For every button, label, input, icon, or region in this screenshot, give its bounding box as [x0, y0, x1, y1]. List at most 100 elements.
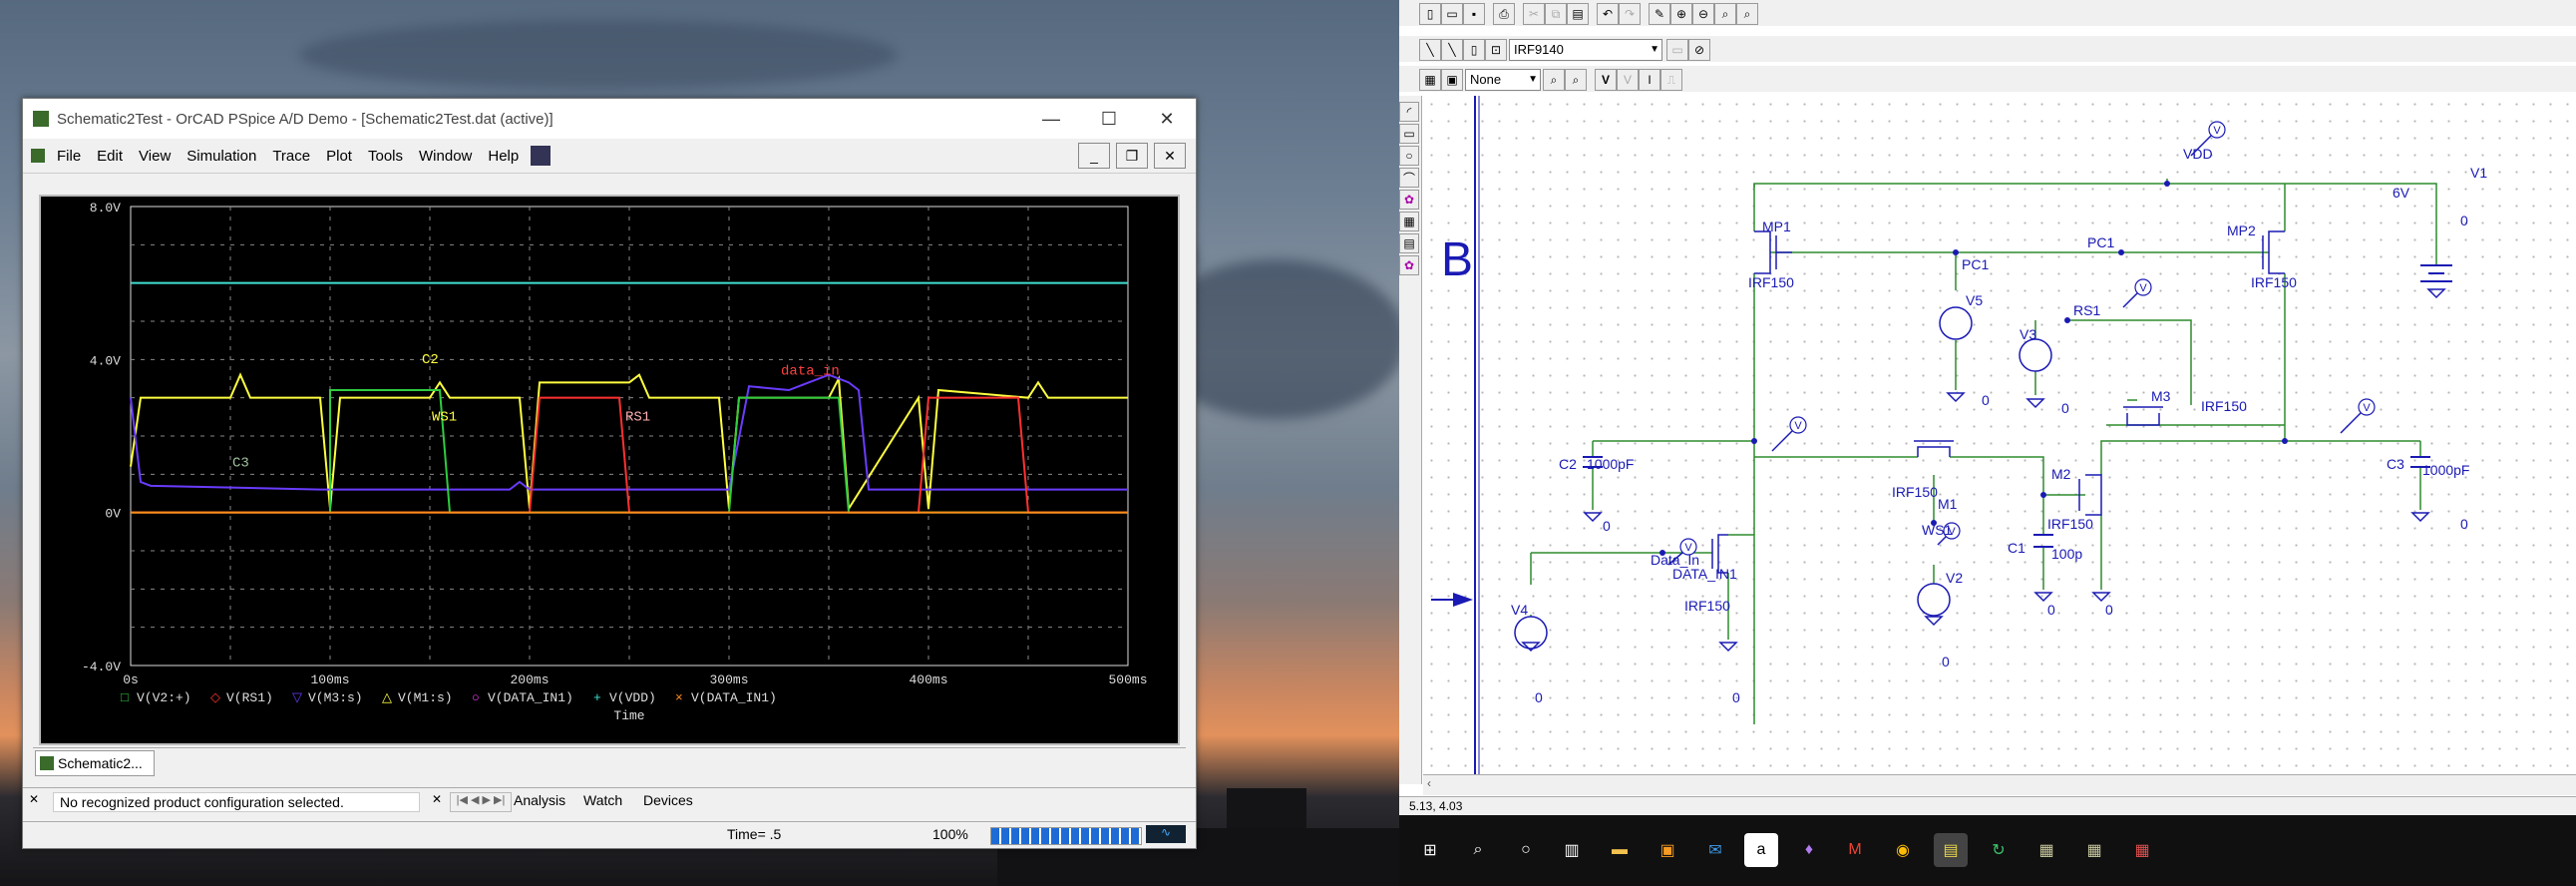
output-close-icon[interactable]: ✕ — [29, 792, 39, 806]
power-marker-icon[interactable]: ⎍ — [1660, 69, 1682, 91]
setup-icon[interactable]: ▦ — [1419, 69, 1441, 91]
store-icon[interactable]: ▣ — [1651, 833, 1684, 867]
x-tick-label: 100ms — [310, 672, 349, 687]
chevron-down-icon[interactable]: ▼ — [1528, 70, 1538, 90]
vdiff-marker-icon[interactable]: V — [1617, 69, 1639, 91]
mdi-restore-button[interactable]: ❐ — [1116, 143, 1148, 169]
zoom-fit-icon[interactable]: ⌕ — [1736, 3, 1758, 25]
arc-icon[interactable]: ◜ — [1399, 102, 1419, 122]
schematic-canvas[interactable]: B V V V V V V VDD V1 6V 0 MP1 MP2 IRF150… — [1423, 96, 2576, 774]
textbox-icon[interactable]: ▤ — [1399, 233, 1419, 253]
horizontal-scrollbar[interactable]: ‹ — [1423, 774, 2576, 795]
pspice-icon[interactable]: ▤ — [1934, 833, 1968, 867]
annotation-label: C3 — [232, 456, 249, 472]
sheet-tab-watch[interactable]: Watch — [583, 792, 622, 808]
menu-trace[interactable]: Trace — [264, 148, 318, 165]
probe-icon[interactable]: ▦ — [2077, 833, 2111, 867]
zoom-area-icon[interactable]: ⌕ — [1714, 3, 1736, 25]
legend-entry: V(DATA_IN1) — [691, 690, 777, 705]
sheet-close-icon[interactable]: ✕ — [432, 792, 442, 806]
c1-label: C1 — [2008, 540, 2025, 556]
open-icon[interactable]: ▭ — [1441, 3, 1463, 25]
zoom-in-icon[interactable]: ⊕ — [1670, 3, 1692, 25]
new-icon[interactable]: ▯ — [1419, 3, 1441, 25]
legend-entry: V(V2:+) — [137, 690, 191, 705]
probe-icon[interactable]: ⌕ — [1543, 69, 1565, 91]
mdi-close-button[interactable]: ✕ — [1154, 143, 1186, 169]
menu-view[interactable]: View — [131, 148, 179, 165]
circle-icon[interactable]: ○ — [1399, 146, 1419, 166]
capture-icon[interactable]: ▦ — [2125, 833, 2159, 867]
menu-help[interactable]: Help — [480, 148, 527, 165]
cut-icon[interactable]: ✂ — [1523, 3, 1545, 25]
style-select-value: None — [1470, 72, 1502, 87]
print-icon[interactable]: ⎙ — [1493, 3, 1515, 25]
mail-icon[interactable]: ✉ — [1698, 833, 1732, 867]
amazon-icon[interactable]: a — [1744, 833, 1778, 867]
attributes-icon[interactable]: ⊘ — [1688, 39, 1710, 61]
doc-icon[interactable] — [31, 149, 45, 163]
legend-entry: V(VDD) — [609, 690, 656, 705]
menu-bar: File Edit View Simulation Trace Plot Too… — [23, 139, 1196, 174]
c1-ground-label: 0 — [2047, 602, 2055, 618]
gmail-icon[interactable]: M — [1838, 833, 1872, 867]
redo-icon[interactable]: ↷ — [1619, 3, 1641, 25]
picture-icon[interactable]: ✿ — [1399, 190, 1419, 210]
menu-window[interactable]: Window — [411, 148, 480, 165]
wire-icon[interactable]: ╲ — [1419, 39, 1441, 61]
save-icon[interactable]: ▪ — [1463, 3, 1485, 25]
v5-label: V5 — [1966, 292, 1983, 308]
annotation-label: WS1 — [432, 410, 457, 426]
menu-simulation[interactable]: Simulation — [179, 148, 264, 165]
menu-tools[interactable]: Tools — [360, 148, 411, 165]
v3-ground-label: 0 — [2061, 400, 2069, 416]
box-icon[interactable]: ▭ — [1399, 124, 1419, 144]
sheet-nav-arrows[interactable]: |◀ ◀ ▶ ▶| — [450, 792, 512, 812]
part-icon[interactable]: ⊡ — [1485, 39, 1507, 61]
mdi-minimize-button[interactable]: _ — [1078, 143, 1110, 169]
paste-icon[interactable]: ▤ — [1567, 3, 1589, 25]
draw-icon[interactable]: ✎ — [1649, 3, 1670, 25]
v5-ground-label: 0 — [1982, 392, 1990, 408]
plot-area[interactable]: 8.0V 4.0V 0V -4.0V 0s 100ms 200ms 300ms 400ms 500… — [39, 195, 1180, 745]
polyline-icon[interactable]: ⌒ — [1399, 168, 1419, 188]
maximize-button[interactable]: ☐ — [1080, 99, 1138, 139]
import-icon[interactable]: ✿ — [1399, 255, 1419, 275]
document-tab[interactable]: Schematic2... — [35, 750, 155, 776]
menu-edit[interactable]: Edit — [89, 148, 131, 165]
bus-icon[interactable]: ╲ — [1441, 39, 1463, 61]
windows-icon[interactable]: ⊞ — [1413, 833, 1447, 867]
sheet-tab-analysis[interactable]: Analysis — [514, 792, 565, 808]
schematics-icon[interactable]: ▦ — [2029, 833, 2063, 867]
current-marker-icon[interactable]: I — [1639, 69, 1660, 91]
scroll-left-icon[interactable]: ‹ — [1427, 776, 1431, 790]
voltage-marker-icon[interactable]: V — [1595, 69, 1617, 91]
schematic-statusbar: 5.13, 4.03 — [1399, 796, 2576, 816]
zoom-out-icon[interactable]: ⊖ — [1692, 3, 1714, 25]
menu-file[interactable]: File — [49, 148, 89, 165]
block-icon[interactable]: ▯ — [1463, 39, 1485, 61]
probe-all-icon[interactable]: ⌕ — [1565, 69, 1587, 91]
style-select[interactable]: None ▼ — [1465, 69, 1541, 91]
sync-icon[interactable]: ↻ — [1982, 833, 2016, 867]
part-name-combo[interactable]: IRF9140 ▼ — [1509, 39, 1662, 61]
paint-icon[interactable]: ♦ — [1792, 833, 1826, 867]
minimize-button[interactable]: — — [1022, 99, 1080, 139]
chrome-icon[interactable]: ◉ — [1886, 833, 1920, 867]
document-tab-label: Schematic2... — [58, 755, 143, 771]
context-help-icon[interactable] — [531, 146, 552, 166]
task-view-icon[interactable]: ▥ — [1555, 833, 1589, 867]
copy-icon[interactable]: ⧉ — [1545, 3, 1567, 25]
file-explorer-icon[interactable]: ▬ — [1603, 833, 1637, 867]
cortana-icon[interactable]: ○ — [1509, 833, 1543, 867]
chevron-down-icon[interactable]: ▼ — [1650, 40, 1659, 60]
close-button[interactable]: ✕ — [1138, 99, 1196, 139]
v1-value: 6V — [2392, 185, 2410, 201]
text-icon[interactable]: ▦ — [1399, 212, 1419, 231]
simulate-icon[interactable]: ▣ — [1441, 69, 1463, 91]
undo-icon[interactable]: ↶ — [1597, 3, 1619, 25]
edit-symbol-icon[interactable]: ▭ — [1666, 39, 1688, 61]
sheet-tab-devices[interactable]: Devices — [643, 792, 693, 808]
search-icon[interactable]: ⌕ — [1461, 833, 1495, 867]
menu-plot[interactable]: Plot — [318, 148, 360, 165]
